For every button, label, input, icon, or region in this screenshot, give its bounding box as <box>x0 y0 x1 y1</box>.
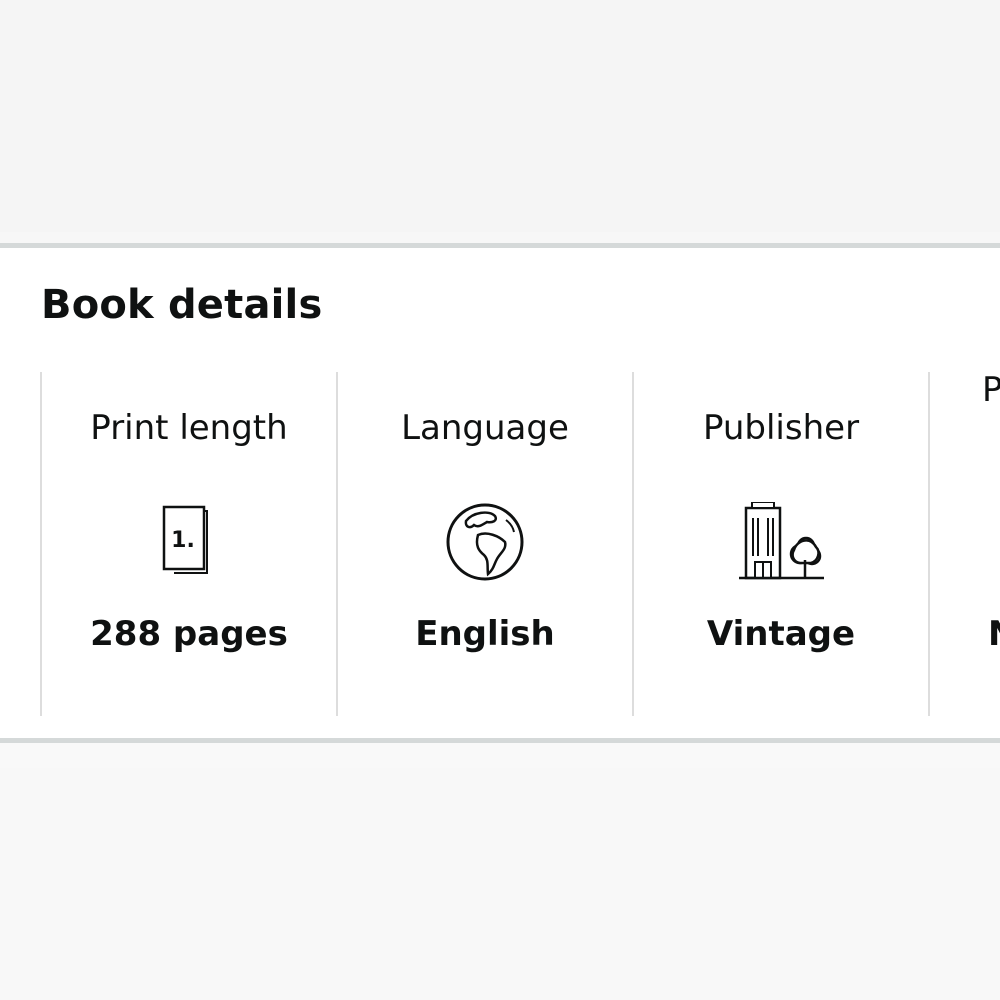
detail-card-language[interactable]: Language English <box>336 372 632 716</box>
detail-label: P <box>982 370 1000 410</box>
detail-label: Print length <box>90 408 288 448</box>
book-details-panel: Book details Print length 1. 288 pages L… <box>0 243 1000 743</box>
detail-card-print-length[interactable]: Print length 1. 288 pages <box>40 372 336 716</box>
page-bottom-area <box>0 768 1000 1000</box>
detail-value: Vintage <box>706 614 856 654</box>
book-details-carousel[interactable]: Print length 1. 288 pages Language Engli… <box>40 370 1000 716</box>
detail-value: N <box>988 614 1000 654</box>
detail-card-partial[interactable]: P N <box>928 370 1000 716</box>
svg-text:1.: 1. <box>171 528 195 553</box>
detail-label: Language <box>401 408 569 448</box>
detail-label: Publisher <box>702 408 860 448</box>
section-title: Book details <box>41 282 323 328</box>
detail-value: English <box>415 614 555 654</box>
page-count-icon: 1. <box>139 500 239 584</box>
detail-card-publisher[interactable]: Publisher Vintage <box>632 372 928 716</box>
page-top-area <box>0 0 1000 232</box>
publisher-building-icon <box>731 500 831 584</box>
detail-value: 288 pages <box>90 614 288 654</box>
page-background: Book details Print length 1. 288 pages L… <box>0 0 1000 1000</box>
globe-icon <box>435 500 535 584</box>
